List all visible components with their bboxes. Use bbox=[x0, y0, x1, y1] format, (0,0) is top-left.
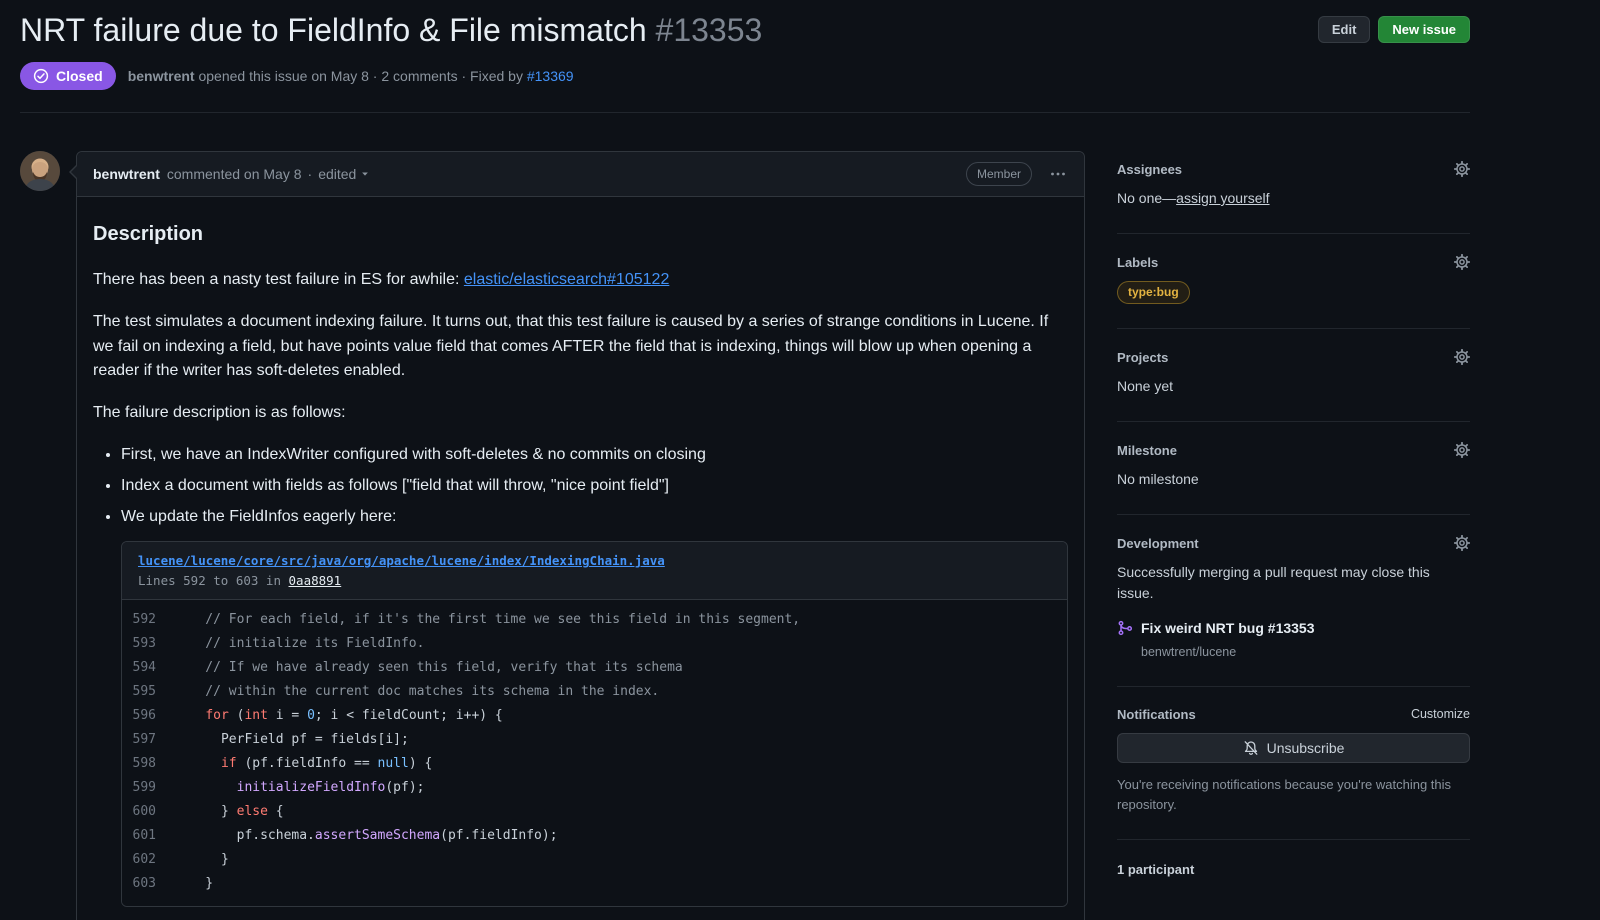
new-issue-button[interactable]: New issue bbox=[1378, 16, 1470, 43]
issue-title: NRT failure due to FieldInfo & File mism… bbox=[20, 10, 762, 50]
edit-button[interactable]: Edit bbox=[1318, 16, 1371, 43]
gear-icon[interactable] bbox=[1454, 442, 1470, 458]
label-type-bug[interactable]: type:bug bbox=[1117, 281, 1190, 304]
bell-slash-icon bbox=[1243, 740, 1259, 756]
milestone-title: Milestone bbox=[1117, 443, 1177, 458]
kebab-icon bbox=[1050, 166, 1066, 182]
code-snippet: lucene/lucene/core/src/java/org/apache/l… bbox=[121, 541, 1068, 907]
sidebar-projects: Projects None yet bbox=[1117, 329, 1470, 422]
edited-dropdown[interactable]: edited bbox=[318, 166, 371, 182]
list-item: We update the FieldInfos eagerly here: l… bbox=[121, 505, 1068, 908]
comment-card: benwtrent commented on May 8 · edited Me… bbox=[76, 151, 1085, 920]
description-heading: Description bbox=[93, 219, 1068, 250]
pr-title-link[interactable]: Fix weird NRT bug #13353 bbox=[1141, 618, 1315, 639]
development-description: Successfully merging a pull request may … bbox=[1117, 562, 1470, 604]
check-circle-icon bbox=[33, 68, 49, 84]
code-line: 593 // initialize its FieldInfo. bbox=[122, 632, 1067, 656]
development-title: Development bbox=[1117, 536, 1199, 551]
customize-link[interactable]: Customize bbox=[1411, 707, 1470, 721]
milestone-content: No milestone bbox=[1117, 469, 1470, 490]
fixed-by-link[interactable]: #13369 bbox=[527, 68, 574, 84]
sidebar-development: Development Successfully merging a pull … bbox=[1117, 515, 1470, 687]
code-line: 595 // within the current doc matches it… bbox=[122, 680, 1067, 704]
assignees-title: Assignees bbox=[1117, 162, 1182, 177]
caret-down-icon bbox=[359, 168, 371, 180]
assignees-content: No one—assign yourself bbox=[1117, 188, 1470, 209]
edited-label: edited bbox=[318, 166, 356, 182]
issue-meta-detail: opened this issue on May 8 · 2 comments … bbox=[198, 68, 522, 84]
code-line: 599 initializeFieldInfo(pf); bbox=[122, 776, 1067, 800]
development-content: Successfully merging a pull request may … bbox=[1117, 562, 1470, 662]
meta-separator: · bbox=[308, 166, 313, 182]
bullet-list: First, we have an IndexWriter configured… bbox=[93, 443, 1068, 907]
code-line: 596 for (int i = 0; i < fieldCount; i++)… bbox=[122, 704, 1067, 728]
comment-thread: benwtrent commented on May 8 · edited Me… bbox=[20, 151, 1085, 920]
status-label: Closed bbox=[56, 68, 103, 84]
comment-options-button[interactable] bbox=[1048, 164, 1068, 184]
code-line: 597 PerField pf = fields[i]; bbox=[122, 728, 1067, 752]
avatar[interactable] bbox=[20, 151, 60, 191]
labels-content: type:bug bbox=[1117, 281, 1470, 304]
issue-meta-row: Closed benwtrent opened this issue on Ma… bbox=[20, 62, 1470, 113]
github-issue-page: NRT failure due to FieldInfo & File mism… bbox=[0, 0, 1600, 920]
list-item-text: We update the FieldInfos eagerly here: bbox=[121, 508, 396, 525]
snippet-header: lucene/lucene/core/src/java/org/apache/l… bbox=[122, 542, 1067, 600]
gear-icon[interactable] bbox=[1454, 254, 1470, 270]
snippet-lines: Lines 592 to 603 in 0aa8891 bbox=[138, 571, 1051, 591]
status-badge: Closed bbox=[20, 62, 116, 90]
code-line: 603 } bbox=[122, 872, 1067, 896]
code-line: 602 } bbox=[122, 848, 1067, 872]
code-lines: 592 // For each field, if it's the first… bbox=[122, 600, 1067, 906]
avatar-image bbox=[20, 151, 60, 191]
snippet-lines-label: Lines 592 to 603 in bbox=[138, 573, 281, 588]
assign-yourself-link[interactable]: assign yourself bbox=[1176, 190, 1269, 206]
paragraph: The failure description is as follows: bbox=[93, 401, 1068, 426]
gear-icon[interactable] bbox=[1454, 349, 1470, 365]
pr-repo: benwtrent/lucene bbox=[1141, 643, 1315, 662]
projects-title: Projects bbox=[1117, 350, 1168, 365]
sidebar: Assignees No one—assign yourself Labels … bbox=[1117, 151, 1470, 920]
member-badge: Member bbox=[966, 162, 1032, 186]
notifications-title: Notifications bbox=[1117, 707, 1196, 722]
issue-meta-text: benwtrent opened this issue on May 8 · 2… bbox=[128, 68, 574, 84]
commit-link[interactable]: 0aa8891 bbox=[289, 573, 342, 588]
comment-header: benwtrent commented on May 8 · edited Me… bbox=[77, 152, 1084, 197]
participants-count: 1 participant bbox=[1117, 840, 1470, 877]
labels-title: Labels bbox=[1117, 255, 1158, 270]
snippet-file-link[interactable]: lucene/lucene/core/src/java/org/apache/l… bbox=[138, 553, 665, 568]
issue-title-text: NRT failure due to FieldInfo & File mism… bbox=[20, 12, 647, 48]
gear-icon[interactable] bbox=[1454, 161, 1470, 177]
notifications-description: You're receiving notifications because y… bbox=[1117, 775, 1470, 815]
unsubscribe-button[interactable]: Unsubscribe bbox=[1117, 733, 1470, 763]
code-line: 594 // If we have already seen this fiel… bbox=[122, 656, 1067, 680]
projects-content: None yet bbox=[1117, 376, 1470, 397]
list-item: First, we have an IndexWriter configured… bbox=[121, 443, 1068, 468]
issue-number: #13353 bbox=[656, 12, 763, 48]
comment-meta: commented on May 8 bbox=[167, 166, 302, 182]
linked-pull-request[interactable]: Fix weird NRT bug #13353 benwtrent/lucen… bbox=[1117, 618, 1470, 662]
gear-icon[interactable] bbox=[1454, 535, 1470, 551]
code-line: 600 } else { bbox=[122, 800, 1067, 824]
issue-header: NRT failure due to FieldInfo & File mism… bbox=[20, 10, 1470, 113]
elasticsearch-issue-link[interactable]: elastic/elasticsearch#105122 bbox=[464, 271, 669, 288]
sidebar-labels: Labels type:bug bbox=[1117, 234, 1470, 329]
comment-author-link[interactable]: benwtrent bbox=[93, 166, 160, 182]
sidebar-notifications: Notifications Customize Unsubscribe You'… bbox=[1117, 687, 1470, 840]
code-line: 601 pf.schema.assertSameSchema(pf.fieldI… bbox=[122, 824, 1067, 848]
header-actions: Edit New issue bbox=[1318, 10, 1470, 43]
issue-author-link[interactable]: benwtrent bbox=[128, 68, 195, 84]
code-line: 592 // For each field, if it's the first… bbox=[122, 608, 1067, 632]
paragraph-text: There has been a nasty test failure in E… bbox=[93, 271, 464, 288]
paragraph: The test simulates a document indexing f… bbox=[93, 310, 1068, 384]
comment-body: Description There has been a nasty test … bbox=[77, 197, 1084, 920]
git-merge-icon bbox=[1117, 620, 1133, 636]
sidebar-assignees: Assignees No one—assign yourself bbox=[1117, 157, 1470, 234]
list-item: Index a document with fields as follows … bbox=[121, 474, 1068, 499]
assignees-empty-text: No one— bbox=[1117, 190, 1176, 206]
unsubscribe-label: Unsubscribe bbox=[1267, 740, 1345, 756]
sidebar-milestone: Milestone No milestone bbox=[1117, 422, 1470, 515]
paragraph: There has been a nasty test failure in E… bbox=[93, 268, 1068, 293]
code-line: 598 if (pf.fieldInfo == null) { bbox=[122, 752, 1067, 776]
